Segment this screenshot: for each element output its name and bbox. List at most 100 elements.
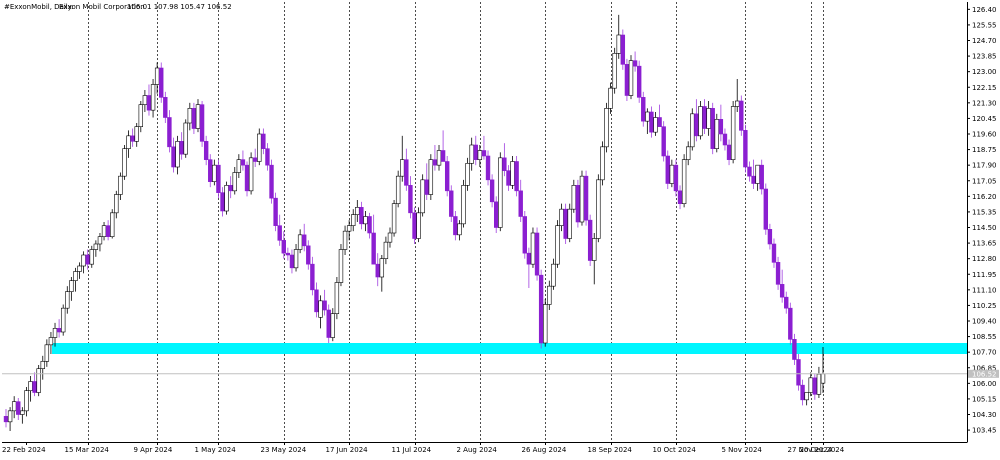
- candle-body: [518, 190, 523, 217]
- candle-body: [395, 175, 401, 204]
- candle: [167, 110, 172, 153]
- y-tick-label: 123.85: [972, 53, 997, 61]
- candle: [612, 47, 617, 94]
- candle: [89, 245, 94, 268]
- candle: [228, 176, 233, 199]
- candle-body: [183, 122, 188, 155]
- candle-body: [522, 216, 527, 254]
- candle: [375, 253, 380, 287]
- candle: [669, 159, 675, 188]
- candle-body: [526, 252, 532, 265]
- candle-body: [816, 373, 822, 395]
- candle: [792, 333, 797, 365]
- candle: [257, 128, 262, 166]
- candlestick-chart: 126.40 125.55 124.70 123.85 123.00 122.15 121.…: [0, 0, 1000, 456]
- x-tick-label: 9 Apr 2024: [134, 446, 173, 454]
- candle: [600, 141, 605, 186]
- candle: [342, 225, 348, 255]
- y-tick-label: 111.95: [972, 271, 997, 279]
- candle: [506, 165, 511, 191]
- candle-body: [804, 392, 809, 401]
- candle-body: [77, 265, 82, 272]
- candle: [616, 14, 621, 59]
- candle: [759, 159, 764, 195]
- candle: [726, 139, 732, 166]
- candle-body: [624, 64, 630, 96]
- candle-body: [16, 401, 21, 415]
- candle: [747, 161, 752, 182]
- candle: [395, 170, 401, 208]
- candle-body: [387, 232, 393, 243]
- candle-body: [114, 194, 119, 214]
- candle-body: [587, 219, 593, 261]
- candle-body: [771, 243, 777, 263]
- candle: [281, 231, 286, 259]
- candle-body: [244, 164, 250, 192]
- candle: [220, 187, 225, 217]
- candle-body: [636, 65, 642, 98]
- candle-body: [146, 95, 152, 111]
- candle-body: [710, 108, 715, 149]
- x-tick-label: 17 Jun 2024: [326, 446, 369, 454]
- candle-body: [788, 307, 793, 340]
- candle: [775, 256, 781, 290]
- candle: [702, 99, 707, 134]
- candle-body: [661, 126, 666, 157]
- candle-body: [101, 225, 107, 237]
- candle: [44, 339, 50, 367]
- candle-body: [436, 150, 442, 166]
- candle: [440, 130, 446, 162]
- chart-ohlc: 106.01 107.98 105.47 106.52: [127, 3, 232, 11]
- candle: [718, 104, 724, 142]
- candle-body: [408, 185, 413, 214]
- candle-body: [428, 159, 434, 195]
- candle: [469, 137, 474, 171]
- candle-body: [477, 150, 483, 160]
- candle-body: [89, 249, 94, 265]
- candle-body: [538, 274, 544, 344]
- y-tick-label: 107.70: [972, 349, 997, 357]
- candle: [779, 269, 785, 303]
- candle: [530, 227, 536, 268]
- candle: [77, 262, 82, 279]
- candle: [563, 203, 568, 244]
- candle-body: [232, 172, 237, 192]
- candle: [534, 227, 540, 281]
- candle-body: [469, 144, 474, 164]
- candle: [559, 203, 564, 232]
- y-tick-label: 103.45: [972, 427, 997, 435]
- candle: [400, 135, 405, 182]
- candle-body: [726, 144, 732, 160]
- candle-body: [739, 100, 744, 131]
- candle: [481, 135, 487, 160]
- candle-body: [236, 159, 242, 173]
- candle: [334, 277, 340, 320]
- candle-body: [502, 157, 507, 171]
- candle-body: [547, 285, 552, 305]
- candle: [248, 152, 254, 195]
- candle: [739, 95, 744, 136]
- candle: [114, 190, 119, 219]
- candle: [473, 135, 478, 166]
- candle-body: [510, 161, 515, 186]
- candle-body: [800, 384, 805, 401]
- candle-body: [653, 117, 658, 133]
- candle: [285, 247, 291, 261]
- candle-body: [93, 243, 99, 250]
- candles-layer: [3, 14, 826, 431]
- candle: [453, 211, 458, 241]
- candle: [24, 387, 29, 417]
- candle: [428, 154, 434, 200]
- candle-body: [208, 159, 213, 182]
- candle-body: [669, 164, 675, 184]
- candle-body: [257, 133, 262, 162]
- candle-body: [702, 106, 707, 129]
- candle-body: [81, 254, 86, 267]
- candle-body: [351, 214, 356, 226]
- candle-body: [714, 119, 719, 149]
- candle-body: [28, 381, 33, 391]
- candle-body: [628, 60, 634, 96]
- candle-body: [592, 238, 597, 261]
- candle-body: [412, 212, 417, 239]
- candle-body: [3, 416, 9, 423]
